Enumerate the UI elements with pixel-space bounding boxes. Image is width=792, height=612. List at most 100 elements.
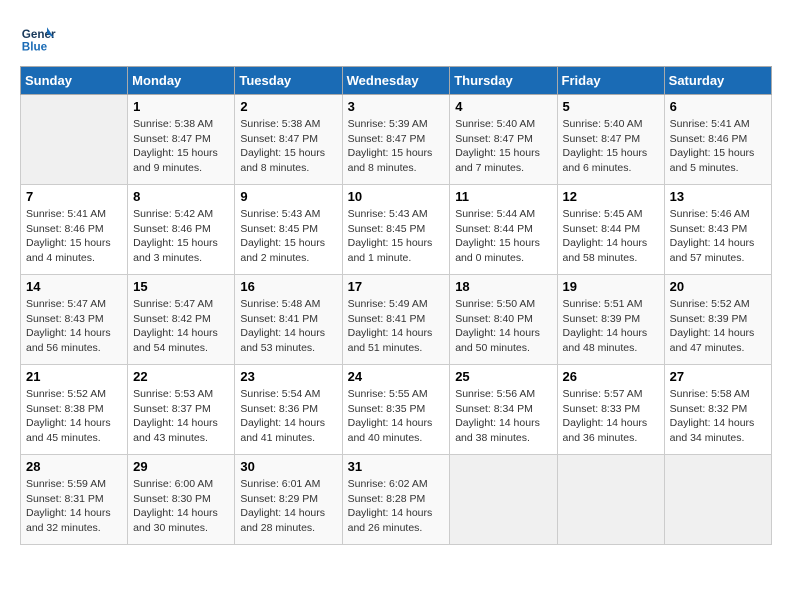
day-number: 26 [563, 369, 659, 384]
day-info: Sunrise: 5:47 AM Sunset: 8:43 PM Dayligh… [26, 297, 122, 356]
day-cell: 31Sunrise: 6:02 AM Sunset: 8:28 PM Dayli… [342, 455, 450, 545]
day-cell: 2 Sunrise: 5:38 AM Sunset: 8:47 PM Daylig… [235, 95, 342, 185]
column-header-monday: Monday [128, 67, 235, 95]
day-info: Sunrise: 5:56 AM Sunset: 8:34 PM Dayligh… [455, 387, 551, 446]
day-info: Sunrise: 5:42 AM Sunset: 8:46 PM Dayligh… [133, 207, 229, 266]
day-info: Sunrise: 5:55 AM Sunset: 8:35 PM Dayligh… [348, 387, 445, 446]
column-header-wednesday: Wednesday [342, 67, 450, 95]
day-number: 23 [240, 369, 336, 384]
day-info: Sunrise: 5:59 AM Sunset: 8:31 PM Dayligh… [26, 477, 122, 536]
day-info: Sunrise: 5:53 AM Sunset: 8:37 PM Dayligh… [133, 387, 229, 446]
day-cell: 15 Sunrise: 5:47 AM Sunset: 8:42 PM Dayli… [128, 275, 235, 365]
day-number: 22 [133, 369, 229, 384]
day-cell: 19 Sunrise: 5:51 AM Sunset: 8:39 PM Dayli… [557, 275, 664, 365]
day-number: 13 [670, 189, 766, 204]
day-info: Sunrise: 5:41 AM Sunset: 8:46 PM Dayligh… [670, 117, 766, 176]
column-header-tuesday: Tuesday [235, 67, 342, 95]
day-number: 8 [133, 189, 229, 204]
column-header-saturday: Saturday [664, 67, 771, 95]
calendar-header: SundayMondayTuesdayWednesdayThursdayFrid… [21, 67, 772, 95]
day-cell [557, 455, 664, 545]
day-number: 12 [563, 189, 659, 204]
day-number: 17 [348, 279, 445, 294]
day-number: 2 [240, 99, 336, 114]
day-number: 3 [348, 99, 445, 114]
day-number: 5 [563, 99, 659, 114]
day-cell: 3Sunrise: 5:39 AM Sunset: 8:47 PM Daylig… [342, 95, 450, 185]
day-number: 20 [670, 279, 766, 294]
day-info: Sunrise: 5:38 AM Sunset: 8:47 PM Dayligh… [240, 117, 336, 176]
day-info: Sunrise: 5:54 AM Sunset: 8:36 PM Dayligh… [240, 387, 336, 446]
day-cell: 30Sunrise: 6:01 AM Sunset: 8:29 PM Dayli… [235, 455, 342, 545]
day-number: 4 [455, 99, 551, 114]
day-number: 14 [26, 279, 122, 294]
day-number: 25 [455, 369, 551, 384]
day-number: 9 [240, 189, 336, 204]
day-cell: 28 Sunrise: 5:59 AM Sunset: 8:31 PM Dayli… [21, 455, 128, 545]
page-header: General Blue [20, 20, 772, 56]
day-number: 24 [348, 369, 445, 384]
day-cell: 1 Sunrise: 5:38 AM Sunset: 8:47 PM Daylig… [128, 95, 235, 185]
calendar-body: 1 Sunrise: 5:38 AM Sunset: 8:47 PM Daylig… [21, 95, 772, 545]
day-info: Sunrise: 5:38 AM Sunset: 8:47 PM Dayligh… [133, 117, 229, 176]
day-number: 29 [133, 459, 229, 474]
day-cell: 10 Sunrise: 5:43 AM Sunset: 8:45 PM Dayli… [342, 185, 450, 275]
column-header-friday: Friday [557, 67, 664, 95]
day-cell: 18Sunrise: 5:50 AM Sunset: 8:40 PM Dayli… [450, 275, 557, 365]
day-number: 10 [348, 189, 445, 204]
day-number: 18 [455, 279, 551, 294]
day-number: 16 [240, 279, 336, 294]
week-row-2: 7 Sunrise: 5:41 AM Sunset: 8:46 PM Daylig… [21, 185, 772, 275]
column-header-thursday: Thursday [450, 67, 557, 95]
day-info: Sunrise: 5:51 AM Sunset: 8:39 PM Dayligh… [563, 297, 659, 356]
day-number: 11 [455, 189, 551, 204]
day-number: 30 [240, 459, 336, 474]
day-cell: 8 Sunrise: 5:42 AM Sunset: 8:46 PM Daylig… [128, 185, 235, 275]
day-cell: 29Sunrise: 6:00 AM Sunset: 8:30 PM Dayli… [128, 455, 235, 545]
day-cell [21, 95, 128, 185]
day-cell: 14 Sunrise: 5:47 AM Sunset: 8:43 PM Dayli… [21, 275, 128, 365]
day-number: 7 [26, 189, 122, 204]
day-cell: 23 Sunrise: 5:54 AM Sunset: 8:36 PM Dayli… [235, 365, 342, 455]
day-cell: 7 Sunrise: 5:41 AM Sunset: 8:46 PM Daylig… [21, 185, 128, 275]
day-info: Sunrise: 5:58 AM Sunset: 8:32 PM Dayligh… [670, 387, 766, 446]
day-info: Sunrise: 5:40 AM Sunset: 8:47 PM Dayligh… [455, 117, 551, 176]
day-cell: 6 Sunrise: 5:41 AM Sunset: 8:46 PM Daylig… [664, 95, 771, 185]
day-cell: 27Sunrise: 5:58 AM Sunset: 8:32 PM Dayli… [664, 365, 771, 455]
logo: General Blue [20, 20, 60, 56]
week-row-4: 21 Sunrise: 5:52 AM Sunset: 8:38 PM Dayli… [21, 365, 772, 455]
day-cell: 9Sunrise: 5:43 AM Sunset: 8:45 PM Daylig… [235, 185, 342, 275]
day-info: Sunrise: 5:48 AM Sunset: 8:41 PM Dayligh… [240, 297, 336, 356]
day-number: 19 [563, 279, 659, 294]
day-number: 28 [26, 459, 122, 474]
day-cell: 13 Sunrise: 5:46 AM Sunset: 8:43 PM Dayli… [664, 185, 771, 275]
day-cell: 20 Sunrise: 5:52 AM Sunset: 8:39 PM Dayli… [664, 275, 771, 365]
day-info: Sunrise: 5:46 AM Sunset: 8:43 PM Dayligh… [670, 207, 766, 266]
day-cell: 26Sunrise: 5:57 AM Sunset: 8:33 PM Dayli… [557, 365, 664, 455]
day-number: 1 [133, 99, 229, 114]
column-header-sunday: Sunday [21, 67, 128, 95]
day-cell: 25 Sunrise: 5:56 AM Sunset: 8:34 PM Dayli… [450, 365, 557, 455]
week-row-3: 14 Sunrise: 5:47 AM Sunset: 8:43 PM Dayli… [21, 275, 772, 365]
day-cell: 17 Sunrise: 5:49 AM Sunset: 8:41 PM Dayli… [342, 275, 450, 365]
day-info: Sunrise: 5:40 AM Sunset: 8:47 PM Dayligh… [563, 117, 659, 176]
day-info: Sunrise: 5:43 AM Sunset: 8:45 PM Dayligh… [348, 207, 445, 266]
header-row: SundayMondayTuesdayWednesdayThursdayFrid… [21, 67, 772, 95]
day-cell: 12 Sunrise: 5:45 AM Sunset: 8:44 PM Dayli… [557, 185, 664, 275]
day-number: 6 [670, 99, 766, 114]
logo-icon: General Blue [20, 20, 56, 56]
day-info: Sunrise: 5:52 AM Sunset: 8:39 PM Dayligh… [670, 297, 766, 356]
day-cell: 16 Sunrise: 5:48 AM Sunset: 8:41 PM Dayli… [235, 275, 342, 365]
day-info: Sunrise: 5:47 AM Sunset: 8:42 PM Dayligh… [133, 297, 229, 356]
day-number: 31 [348, 459, 445, 474]
day-number: 15 [133, 279, 229, 294]
day-cell: 24 Sunrise: 5:55 AM Sunset: 8:35 PM Dayli… [342, 365, 450, 455]
day-info: Sunrise: 5:49 AM Sunset: 8:41 PM Dayligh… [348, 297, 445, 356]
day-number: 21 [26, 369, 122, 384]
day-info: Sunrise: 5:52 AM Sunset: 8:38 PM Dayligh… [26, 387, 122, 446]
day-info: Sunrise: 5:45 AM Sunset: 8:44 PM Dayligh… [563, 207, 659, 266]
day-cell: 21 Sunrise: 5:52 AM Sunset: 8:38 PM Dayli… [21, 365, 128, 455]
day-cell: 4 Sunrise: 5:40 AM Sunset: 8:47 PM Daylig… [450, 95, 557, 185]
week-row-1: 1 Sunrise: 5:38 AM Sunset: 8:47 PM Daylig… [21, 95, 772, 185]
day-info: Sunrise: 5:41 AM Sunset: 8:46 PM Dayligh… [26, 207, 122, 266]
